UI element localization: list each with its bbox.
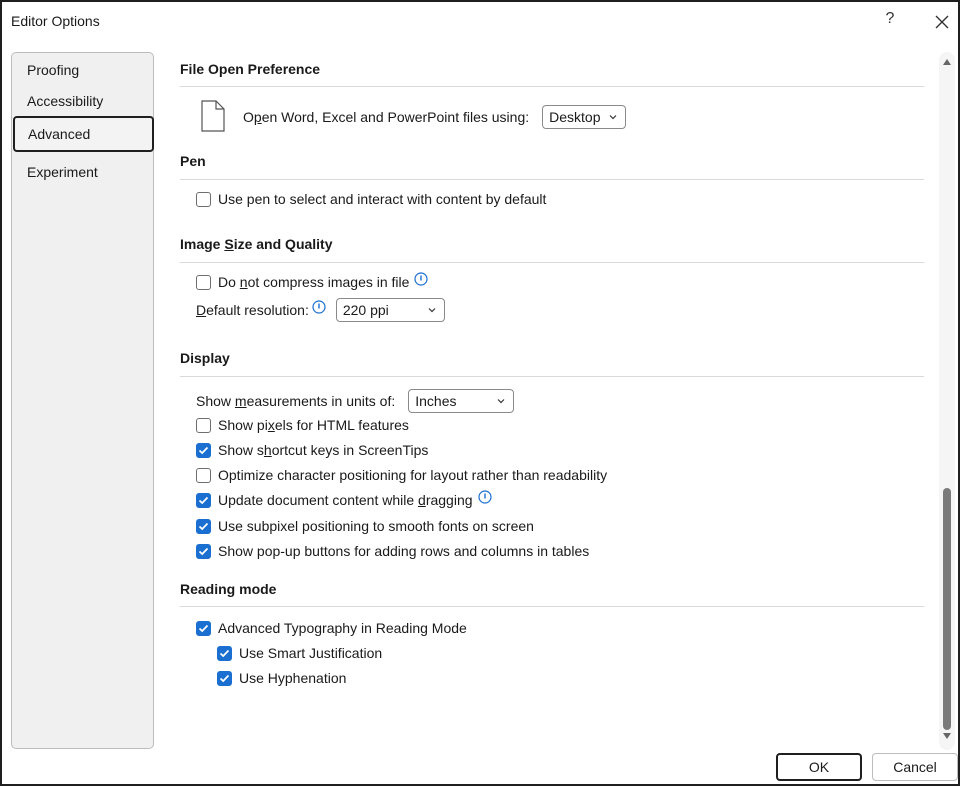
subpixel-option[interactable]: Use subpixel positioning to smooth fonts… [196, 518, 534, 534]
divider [180, 262, 924, 263]
smart-justification-label: Use Smart Justification [239, 645, 383, 661]
checkmark-icon [198, 496, 209, 504]
sidebar: Proofing Accessibility Advanced Experime… [11, 52, 154, 749]
popup-buttons-option[interactable]: Show pop-up buttons for adding rows and … [196, 543, 589, 559]
chevron-down-icon [497, 399, 505, 404]
section-title-pen: Pen [180, 153, 206, 169]
measurements-label: Show measurements in units of: [196, 393, 396, 409]
divider [180, 179, 924, 180]
info-icon[interactable] [312, 300, 326, 314]
checkmark-icon [198, 624, 209, 632]
document-icon [201, 100, 225, 132]
divider [180, 376, 924, 377]
checkmark-icon [198, 547, 209, 555]
popup-buttons-label: Show pop-up buttons for adding rows and … [218, 543, 590, 559]
measurements-select[interactable]: Inches [408, 389, 515, 413]
sidebar-item-advanced[interactable]: Advanced [13, 116, 154, 152]
scrollbar-thumb[interactable] [943, 488, 951, 730]
no-compress-label: Do not compress images in file [218, 274, 410, 290]
section-title-display: Display [180, 350, 230, 366]
question-mark-icon: ? [885, 10, 895, 27]
section-title-reading: Reading mode [180, 581, 277, 597]
measurements-value: Inches [415, 393, 457, 409]
help-button[interactable]: ? [880, 10, 900, 32]
default-resolution-label: Default resolution: [196, 302, 309, 318]
subpixel-label: Use subpixel positioning to smooth fonts… [218, 518, 534, 534]
popup-buttons-checkbox[interactable] [196, 543, 211, 559]
vertical-scrollbar[interactable] [939, 52, 955, 750]
use-pen-option[interactable]: Use pen to select and interact with cont… [196, 191, 546, 207]
checkmark-icon [198, 522, 209, 530]
hyphenation-option[interactable]: Use Hyphenation [217, 670, 346, 686]
hyphenation-checkbox[interactable] [217, 670, 232, 686]
close-x-icon [935, 15, 949, 29]
subpixel-checkbox[interactable] [196, 518, 211, 534]
hyphenation-label: Use Hyphenation [239, 670, 347, 686]
smart-justification-option[interactable]: Use Smart Justification [217, 645, 382, 661]
update-dragging-label: Update document content while dragging [218, 492, 473, 508]
use-pen-label: Use pen to select and interact with cont… [218, 191, 547, 207]
default-resolution-value: 220 ppi [342, 302, 389, 318]
optimize-positioning-option[interactable]: Optimize character positioning for layou… [196, 467, 607, 483]
no-compress-option[interactable]: Do not compress images in file [196, 272, 429, 290]
shortcut-keys-option[interactable]: Show shortcut keys in ScreenTips [196, 442, 428, 458]
no-compress-checkbox[interactable] [196, 274, 211, 290]
checkmark-icon [219, 674, 230, 682]
section-title-file-open: File Open Preference [180, 61, 321, 77]
file-open-label: Open Word, Excel and PowerPoint files us… [243, 109, 530, 125]
file-open-select-value: Desktop [549, 109, 601, 125]
sidebar-item-experiment[interactable]: Experiment [12, 155, 153, 191]
advanced-typography-option[interactable]: Advanced Typography in Reading Mode [196, 620, 467, 636]
checkmark-icon [198, 446, 209, 454]
divider [180, 606, 924, 607]
chevron-down-icon [428, 308, 436, 313]
shortcut-keys-label: Show shortcut keys in ScreenTips [218, 442, 429, 458]
advanced-typography-label: Advanced Typography in Reading Mode [218, 620, 467, 636]
scroll-down-arrow-icon[interactable] [942, 732, 952, 740]
sidebar-item-accessibility[interactable]: Accessibility [12, 84, 153, 120]
use-pen-checkbox[interactable] [196, 191, 211, 207]
options-content: File Open Preference Open Word, Excel an… [180, 52, 926, 752]
scroll-up-arrow-icon[interactable] [942, 58, 952, 66]
update-dragging-checkbox[interactable] [196, 492, 211, 508]
dialog-title: Editor Options [11, 13, 100, 29]
info-icon[interactable] [477, 490, 492, 504]
show-pixels-label: Show pixels for HTML features [218, 417, 409, 433]
optimize-positioning-label: Optimize character positioning for layou… [218, 467, 608, 483]
default-resolution-select[interactable]: 220 ppi [335, 298, 445, 322]
show-pixels-option[interactable]: Show pixels for HTML features [196, 417, 409, 433]
checkmark-icon [219, 649, 230, 657]
smart-justification-checkbox[interactable] [217, 645, 232, 661]
ok-button[interactable]: OK [776, 753, 862, 781]
editor-options-dialog: Editor Options ? Proofing Accessibility … [0, 0, 960, 786]
chevron-down-icon [609, 115, 617, 120]
advanced-typography-checkbox[interactable] [196, 620, 211, 636]
update-dragging-option[interactable]: Update document content while dragging [196, 490, 492, 508]
file-open-select[interactable]: Desktop [542, 105, 627, 129]
section-title-image: Image Size and Quality [180, 236, 333, 252]
cancel-button[interactable]: Cancel [872, 753, 958, 781]
optimize-positioning-checkbox[interactable] [196, 467, 211, 483]
info-icon[interactable] [414, 272, 429, 286]
show-pixels-checkbox[interactable] [196, 417, 211, 433]
shortcut-keys-checkbox[interactable] [196, 442, 211, 458]
divider [180, 86, 924, 87]
close-button[interactable] [930, 10, 954, 34]
